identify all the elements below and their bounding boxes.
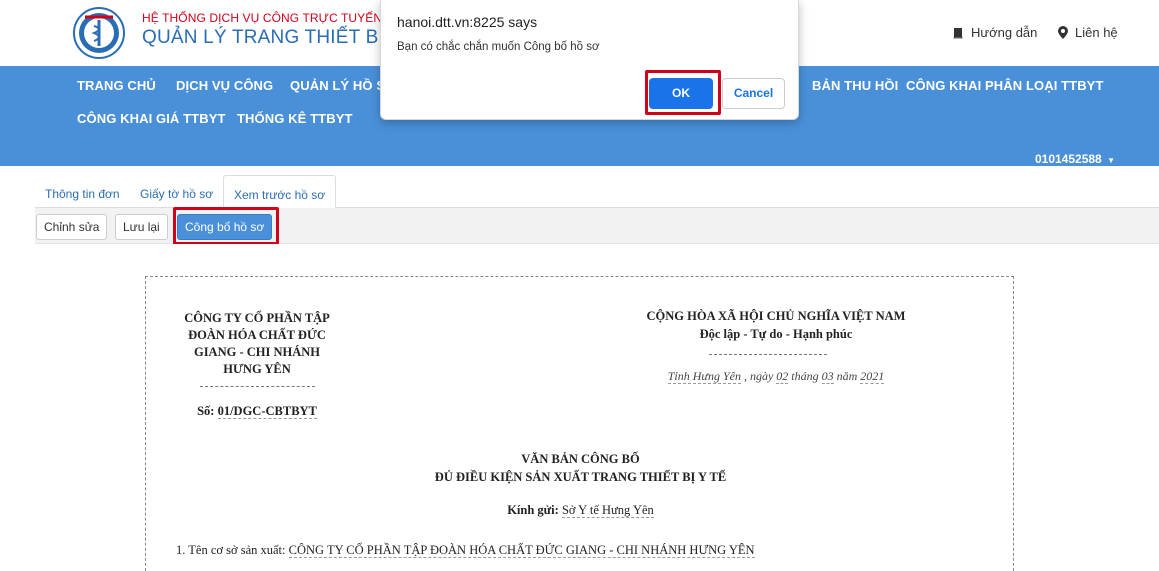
day: 02 bbox=[776, 369, 789, 384]
record-tabs: Thông tin đơn Giấy tờ hồ sơ Xem trước hồ… bbox=[35, 175, 1159, 208]
document-page: CÔNG TY CỔ PHẦN TẬP ĐOÀN HÓA CHẤT ĐỨC GI… bbox=[145, 276, 1014, 571]
nav-public-prices[interactable]: CÔNG KHAI GIÁ TTBYT bbox=[77, 111, 226, 126]
company-line: CÔNG TY CỔ PHẦN TẬP bbox=[184, 311, 330, 325]
tab-application-info[interactable]: Thông tin đơn bbox=[35, 175, 130, 208]
contact-link-label: Liên hệ bbox=[1075, 25, 1118, 40]
nav-home[interactable]: TRANG CHỦ bbox=[77, 78, 156, 93]
year-label: năm bbox=[836, 369, 858, 383]
recipient-label: Kính gửi: bbox=[507, 503, 559, 517]
user-id-label: 0101452588 bbox=[1034, 152, 1102, 166]
month: 03 bbox=[821, 369, 834, 384]
nav-public-classification[interactable]: CÔNG KHAI PHÂN LOẠI TTBYT bbox=[906, 78, 1104, 93]
document-number: Số: 01/DGC-CBTBYT bbox=[152, 404, 362, 419]
map-marker-icon bbox=[1058, 26, 1068, 39]
date-prefix: , ngày bbox=[743, 369, 774, 383]
company-line: HƯNG YÊN bbox=[223, 362, 291, 376]
nation-header: CỘNG HÒA XÃ HỘI CHỦ NGHĨA VIỆT NAM bbox=[646, 309, 906, 323]
contact-link[interactable]: Liên hệ bbox=[1058, 25, 1118, 40]
number-label: Số: bbox=[197, 404, 215, 418]
confirm-dialog: hanoi.dtt.vn:8225 says Bạn có chắc chắn … bbox=[380, 0, 799, 120]
nation-motto: Độc lập - Tự do - Hạnh phúc bbox=[699, 327, 853, 341]
recipient: Kính gửi: Sở Y tế Hưng Yên bbox=[146, 503, 1015, 518]
book-icon bbox=[953, 27, 963, 38]
recipient-value: Sở Y tế Hưng Yên bbox=[561, 503, 654, 518]
edit-button[interactable]: Chỉnh sửa bbox=[36, 214, 108, 240]
tab-documents[interactable]: Giấy tờ hồ sơ bbox=[130, 175, 223, 208]
system-subtitle: HỆ THỐNG DỊCH VỤ CÔNG TRỰC TUYẾN bbox=[142, 11, 383, 25]
document-subtitle: ĐỦ ĐIỀU KIỆN SẢN XUẤT TRANG THIẾT BỊ Y T… bbox=[434, 470, 727, 484]
user-menu[interactable]: 0101452588 ▼ bbox=[1035, 152, 1115, 166]
document-title: VĂN BẢN CÔNG BỐ bbox=[521, 452, 640, 466]
publish-record-button[interactable]: Công bố hồ sơ bbox=[177, 214, 273, 240]
nav-statistics[interactable]: THỐNG KÊ TTBYT bbox=[237, 111, 353, 126]
item-1-value: CÔNG TY CỔ PHẦN TẬP ĐOÀN HÓA CHẤT ĐỨC GI… bbox=[288, 543, 755, 558]
company-line: ĐOÀN HÓA CHẤT ĐỨC bbox=[188, 328, 326, 342]
dialog-message: Bạn có chắc chắn muốn Công bố hồ sơ bbox=[397, 41, 600, 53]
company-name: CÔNG TY CỔ PHẦN TẬP ĐOÀN HÓA CHẤT ĐỨC GI… bbox=[152, 310, 362, 378]
dialog-cancel-button[interactable]: Cancel bbox=[722, 78, 785, 109]
tab-preview[interactable]: Xem trước hồ sơ bbox=[223, 175, 337, 208]
nav-revoked-documents[interactable]: BẢN THU HỒI bbox=[812, 78, 898, 93]
year: 2021 bbox=[860, 369, 885, 384]
caret-down-icon: ▼ bbox=[1107, 156, 1115, 165]
save-button[interactable]: Lưu lại bbox=[115, 214, 168, 240]
company-line: GIANG - CHI NHÁNH bbox=[193, 345, 321, 359]
item-1: 1. Tên cơ sở sản xuất: CÔNG TY CỔ PHẦN T… bbox=[176, 543, 755, 558]
ministry-of-health-logo bbox=[73, 7, 125, 59]
document-date: Tỉnh Hưng Yên , ngày 02 tháng 03 năm 202… bbox=[586, 369, 966, 384]
guide-link-label: Hướng dẫn bbox=[971, 25, 1038, 40]
divider bbox=[709, 354, 827, 355]
month-label: tháng bbox=[791, 369, 819, 383]
dialog-title: hanoi.dtt.vn:8225 says bbox=[397, 14, 538, 30]
divider bbox=[200, 386, 315, 387]
dialog-ok-button[interactable]: OK bbox=[649, 78, 713, 109]
record-toolbar: Chỉnh sửa Lưu lại Công bố hồ sơ bbox=[35, 208, 1159, 244]
nav-public-services[interactable]: DỊCH VỤ CÔNG bbox=[176, 78, 273, 93]
item-1-label: 1. Tên cơ sở sản xuất: bbox=[176, 543, 286, 557]
guide-link[interactable]: Hướng dẫn bbox=[952, 25, 1037, 40]
number-value: 01/DGC-CBTBYT bbox=[217, 404, 317, 419]
place: Tỉnh Hưng Yên bbox=[667, 369, 741, 384]
